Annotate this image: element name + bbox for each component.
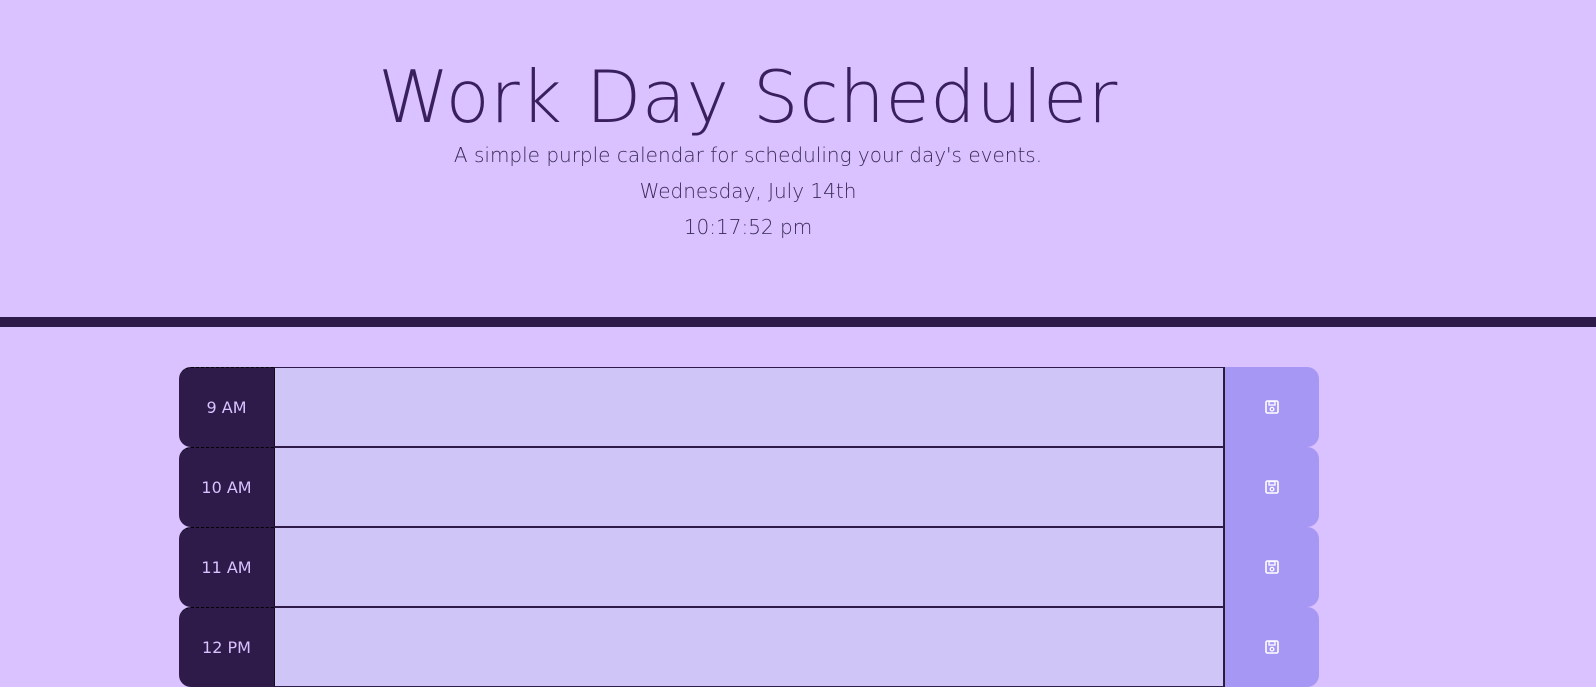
save-icon [1265,560,1279,574]
time-block-row: 11 AM [179,527,1319,607]
schedule-container: 9 AM 10 AM 11 AM 12 PM [179,367,1319,687]
event-description-input[interactable] [274,527,1224,607]
save-button[interactable] [1224,447,1319,527]
time-block-row: 12 PM [179,607,1319,687]
page-subtitle: A simple purple calendar for scheduling … [453,143,1043,167]
save-icon [1265,480,1279,494]
current-time: 10:17:52 pm [683,215,813,239]
event-description-input[interactable] [274,447,1224,527]
save-icon [1265,400,1279,414]
hour-label: 10 AM [179,447,274,527]
save-button[interactable] [1224,367,1319,447]
current-date: Wednesday, July 14th [639,179,857,203]
hour-label: 12 PM [179,607,274,687]
page-title: Work Day Scheduler [378,55,1118,139]
header: Work Day Scheduler A simple purple calen… [0,0,1596,327]
hour-label: 9 AM [179,367,274,447]
save-icon [1265,640,1279,654]
time-block-row: 9 AM [179,367,1319,447]
hour-label: 11 AM [179,527,274,607]
event-description-input[interactable] [274,367,1224,447]
save-button[interactable] [1224,527,1319,607]
save-button[interactable] [1224,607,1319,687]
time-block-row: 10 AM [179,447,1319,527]
event-description-input[interactable] [274,607,1224,687]
